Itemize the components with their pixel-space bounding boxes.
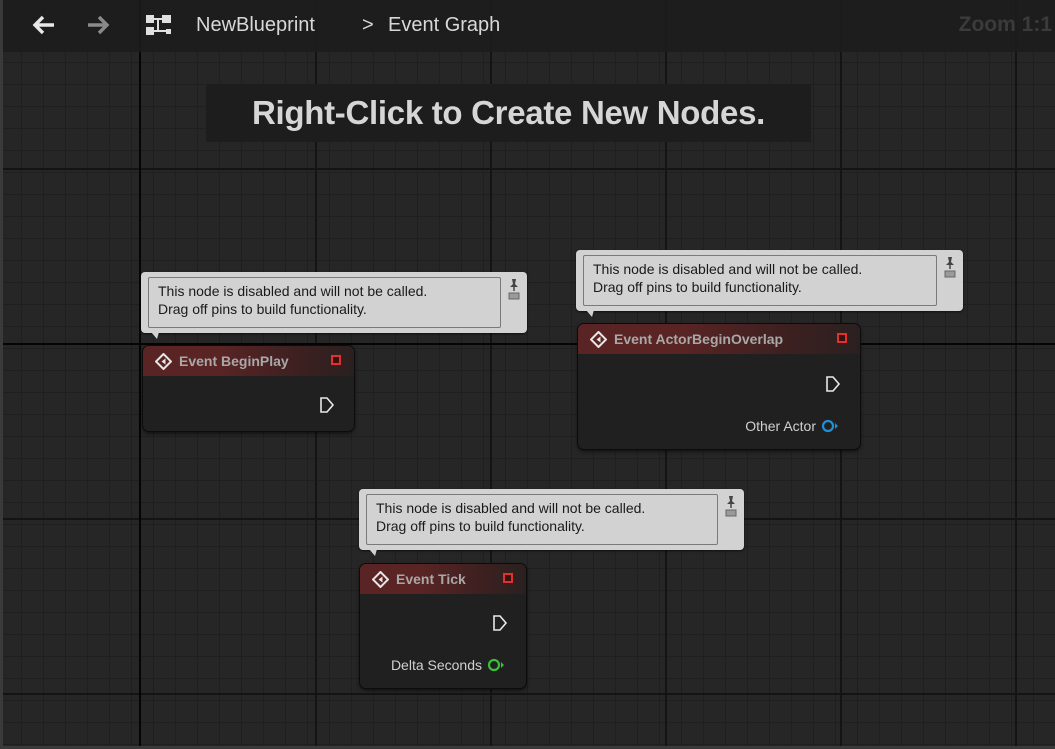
graph-origin-horizontal <box>3 343 1055 345</box>
node-event-beginplay[interactable]: Event BeginPlay <box>143 346 354 431</box>
graph-title-bar: NewBlueprint > Event Graph Zoom 1:1 <box>3 0 1055 52</box>
node-title: Event ActorBeginOverlap <box>614 331 784 347</box>
delegate-pin-icon[interactable] <box>837 333 847 343</box>
pin-label-other-actor: Other Actor <box>745 418 816 434</box>
node-event-actorbeginoverlap[interactable]: Event ActorBeginOverlap Other Actor <box>578 324 860 449</box>
delegate-pin-icon[interactable] <box>331 355 341 365</box>
exec-pin-icon[interactable] <box>492 614 508 632</box>
node-comment-bubble[interactable]: This node is disabled and will not be ca… <box>141 272 527 339</box>
graph-icon-button <box>144 12 174 38</box>
comment-line: Drag off pins to build functionality. <box>376 518 585 534</box>
comment-pin-icon[interactable] <box>943 256 957 278</box>
comment-line: Drag off pins to build functionality. <box>158 301 367 317</box>
arrow-right-icon <box>88 15 110 35</box>
event-diamond-icon <box>155 353 172 370</box>
event-diamond-icon <box>372 571 389 588</box>
node-event-tick[interactable]: Event Tick Delta Seconds <box>360 564 526 688</box>
node-header: Event BeginPlay <box>143 346 354 376</box>
float-pin-icon[interactable] <box>487 658 505 672</box>
forward-button[interactable] <box>85 12 111 38</box>
comment-line: This node is disabled and will not be ca… <box>593 261 863 277</box>
comment-tail <box>151 332 159 339</box>
object-pin-icon[interactable] <box>821 419 839 433</box>
node-comment-bubble[interactable]: This node is disabled and will not be ca… <box>576 250 963 317</box>
blueprint-editor: NewBlueprint > Event Graph Zoom 1:1 Righ… <box>0 0 1055 749</box>
node-header: Event ActorBeginOverlap <box>578 324 860 354</box>
exec-pin-icon[interactable] <box>825 375 841 393</box>
breadcrumb-separator: > <box>362 14 374 36</box>
comment-text: This node is disabled and will not be ca… <box>583 255 937 306</box>
pin-label-delta-seconds: Delta Seconds <box>390 657 482 673</box>
breadcrumb-graph: Event Graph <box>388 14 501 36</box>
zoom-label: Zoom 1:1 <box>958 13 1052 36</box>
comment-tail <box>369 549 377 556</box>
grid-line <box>3 168 1055 170</box>
node-comment-bubble[interactable]: This node is disabled and will not be ca… <box>359 489 744 556</box>
create-nodes-hint: Right-Click to Create New Nodes. <box>206 84 811 142</box>
back-button[interactable] <box>31 12 57 38</box>
comment-line: This node is disabled and will not be ca… <box>158 283 428 299</box>
node-title: Event BeginPlay <box>179 353 289 369</box>
breadcrumb-blueprint[interactable]: NewBlueprint <box>196 11 315 39</box>
comment-pin-icon[interactable] <box>724 495 738 517</box>
grid-line <box>1015 0 1017 746</box>
comment-text: This node is disabled and will not be ca… <box>366 494 718 545</box>
comment-tail <box>586 310 594 317</box>
graph-origin-vertical <box>139 0 141 746</box>
node-header: Event Tick <box>360 564 526 594</box>
delegate-pin-icon[interactable] <box>503 573 513 583</box>
grid-line <box>3 693 1055 695</box>
node-title: Event Tick <box>396 571 466 587</box>
exec-pin-icon[interactable] <box>319 396 335 414</box>
comment-pin-icon[interactable] <box>507 278 521 300</box>
arrow-left-icon <box>32 15 54 35</box>
blueprint-graph-icon <box>146 15 171 35</box>
comment-line: This node is disabled and will not be ca… <box>376 500 646 516</box>
comment-line: Drag off pins to build functionality. <box>593 279 802 295</box>
event-diamond-icon <box>590 331 607 348</box>
comment-text: This node is disabled and will not be ca… <box>148 277 501 328</box>
